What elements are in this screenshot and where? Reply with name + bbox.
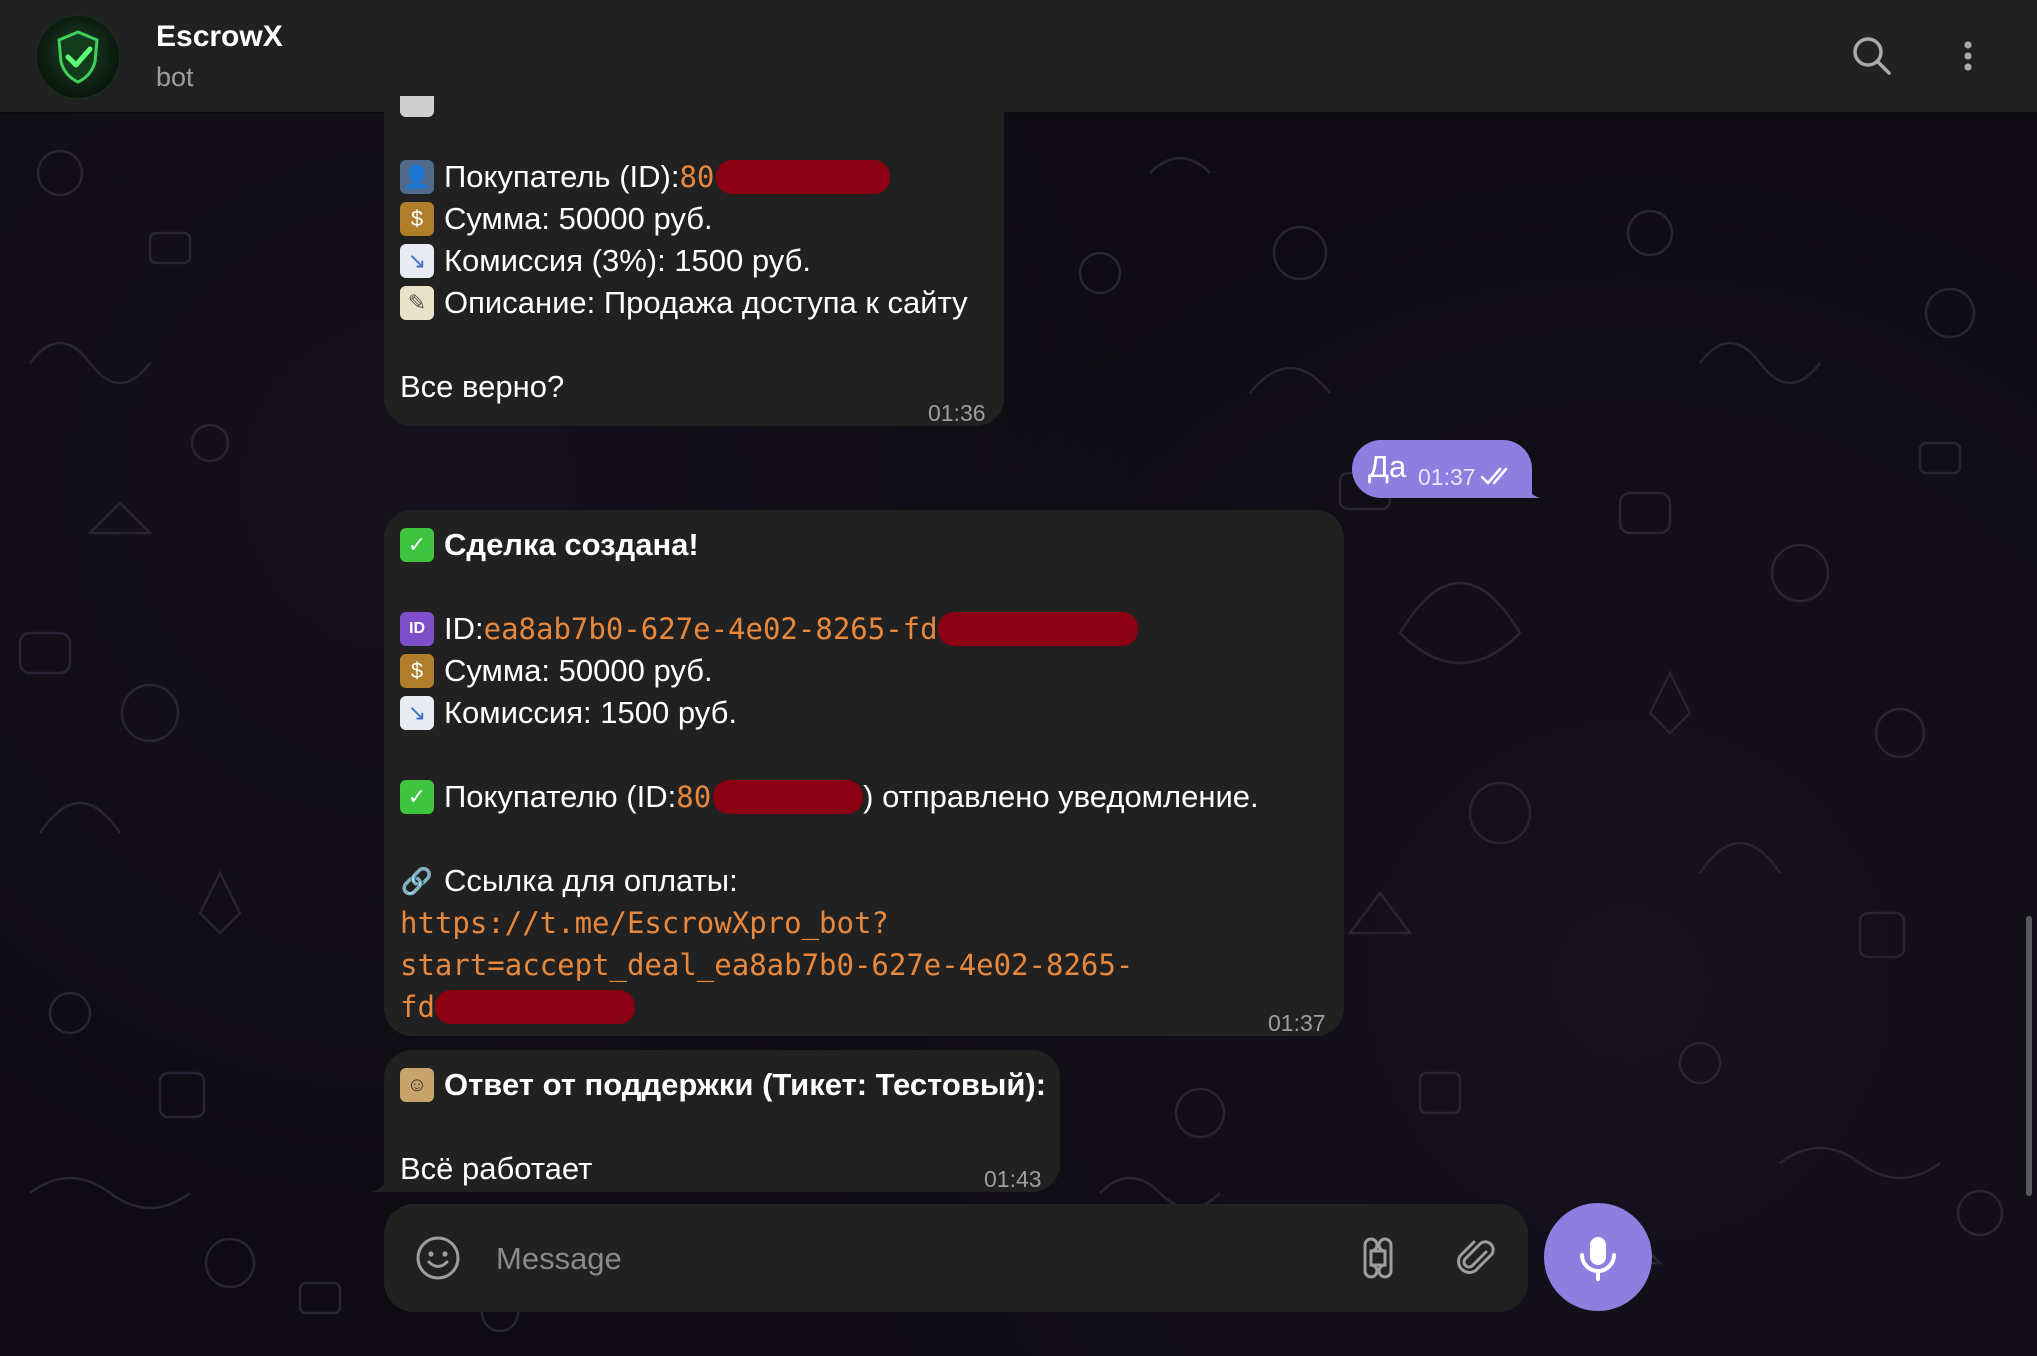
buyer-row: 👤 Покупатель (ID): 80 (400, 156, 988, 198)
notify-row: ✓ Покупателю (ID: 80 ) отправлено уведом… (400, 776, 1328, 818)
avatar[interactable] (35, 14, 121, 100)
microphone-icon (1580, 1237, 1616, 1281)
link-icon: 🔗 (400, 866, 434, 896)
person-icon: ☺ (400, 1068, 434, 1102)
link-label-row: 🔗 Ссылка для оплаты: (400, 863, 738, 898)
clipboard-icon (400, 96, 434, 117)
check-mark-icon: ✓ (400, 780, 434, 814)
redaction-mark (937, 612, 1138, 646)
message-confirm: 👤 Покупатель (ID): 80 $ Сумма: 50000 руб… (384, 96, 1004, 426)
description-row: ✎ Описание: Продажа доступа к сайту (400, 282, 988, 324)
message-support: ☺ Ответ от поддержки (Тикет: Тестовый): … (384, 1050, 1060, 1192)
chat-header: EscrowX bot (0, 0, 2037, 113)
message-time: 01:43 (984, 1166, 1042, 1192)
double-check-icon (1480, 467, 1508, 485)
payment-link-cont[interactable]: start=accept_deal_ea8ab7b0-627e-4e02-826… (400, 944, 1328, 986)
sum-row: $ Сумма: 50000 руб. (400, 198, 988, 240)
chart-down-icon: ↘ (400, 244, 434, 278)
memo-icon: ✎ (400, 286, 434, 320)
message-time: 01:37 (1268, 1010, 1326, 1036)
deal-sum-row: $ Сумма: 50000 руб. (400, 650, 1328, 692)
message-outgoing: Да 01:37 (1352, 440, 1532, 498)
check-mark-icon: ✓ (400, 528, 434, 562)
paperclip-icon (1457, 1240, 1495, 1274)
chat-title[interactable]: EscrowX (156, 20, 283, 54)
redaction-mark (716, 160, 891, 194)
more-menu-button[interactable] (1940, 28, 1996, 84)
payment-link-end[interactable]: fd (400, 986, 1328, 1028)
deal-id-row: ID ID: ea8ab7b0-627e-4e02-8265-fd (400, 608, 1328, 650)
bubble-tail (1522, 476, 1540, 498)
message-input[interactable] (494, 1232, 1318, 1286)
support-text-row: Всё работает (400, 1151, 593, 1186)
chat-subtitle: bot (156, 62, 194, 92)
message-time: 01:37 (1418, 464, 1476, 490)
search-button[interactable] (1844, 28, 1900, 84)
bot-commands-button[interactable] (1350, 1230, 1406, 1286)
commission-row: ↘ Комиссия (3%): 1500 руб. (400, 240, 988, 282)
deal-id[interactable]: ea8ab7b0-627e-4e02-8265-fd (484, 608, 938, 650)
deal-commission-row: ↘ Комиссия: 1500 руб. (400, 692, 1328, 734)
chat-scrollbar[interactable] (2026, 916, 2032, 1196)
money-bag-icon: $ (400, 202, 434, 236)
payment-link[interactable]: https://t.me/EscrowXpro_bot? (400, 902, 1328, 944)
money-bag-icon: $ (400, 654, 434, 688)
chart-down-icon: ↘ (400, 696, 434, 730)
voice-record-button[interactable] (1544, 1203, 1652, 1311)
id-icon: ID (400, 612, 434, 646)
buyer-id[interactable]: 80 (679, 156, 714, 198)
redaction-mark (434, 990, 635, 1024)
message-time: 01:36 (928, 400, 986, 426)
cut-off-line (400, 96, 988, 118)
bubble-tail (372, 1170, 390, 1192)
shield-check-icon (57, 30, 99, 84)
more-vertical-icon (1964, 41, 1972, 71)
redaction-mark (713, 780, 864, 814)
buyer-id[interactable]: 80 (676, 776, 711, 818)
user-icon: 👤 (400, 160, 434, 194)
question-row: Все верно? (400, 369, 565, 404)
support-title-row: ☺ Ответ от поддержки (Тикет: Тестовый): (400, 1064, 1046, 1106)
attach-button[interactable] (1448, 1230, 1504, 1286)
message-deal-created: ✓ Сделка создана! ID ID: ea8ab7b0-627e-4… (384, 510, 1344, 1036)
command-icon (1363, 1237, 1393, 1279)
search-icon (1853, 37, 1891, 75)
smiley-icon (416, 1236, 460, 1280)
emoji-button[interactable] (410, 1230, 466, 1286)
message-composer (384, 1204, 1528, 1312)
message-text: Да (1368, 449, 1407, 484)
deal-title-row: ✓ Сделка создана! (400, 524, 1328, 566)
